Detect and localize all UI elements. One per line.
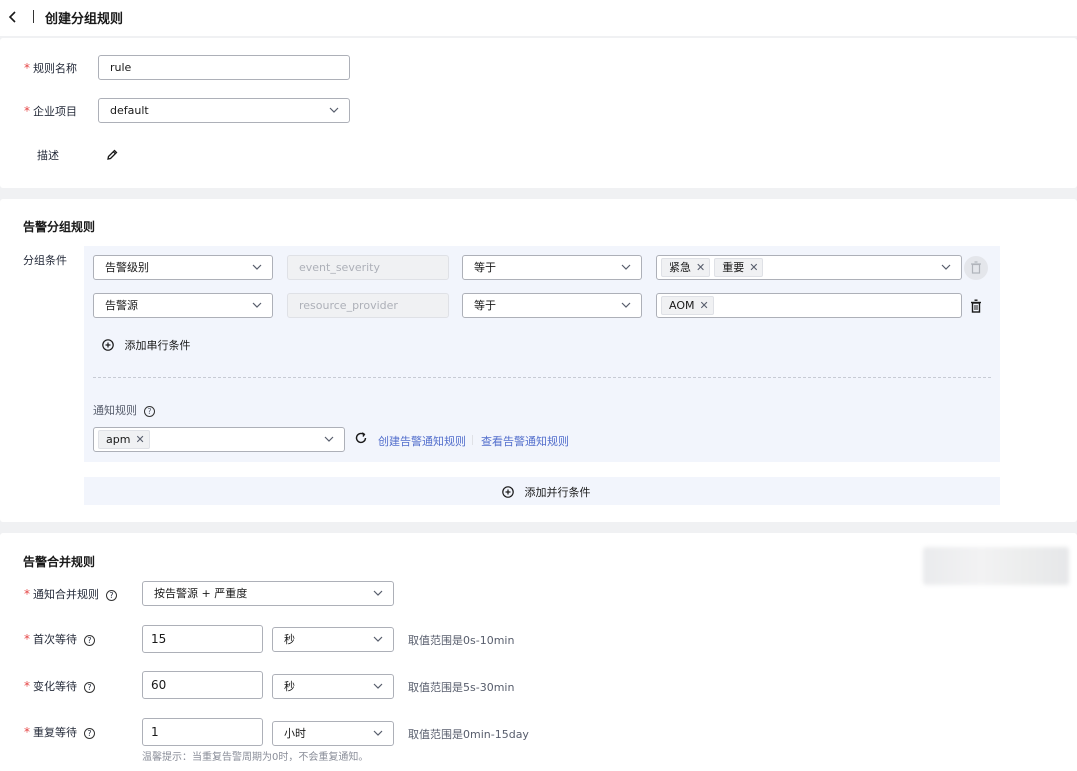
- enterprise-project-select[interactable]: default: [98, 98, 350, 123]
- edit-pencil-icon[interactable]: [106, 148, 119, 161]
- help-icon[interactable]: ?: [106, 590, 117, 601]
- value-tag: 重要 ✕: [714, 258, 764, 277]
- condition-field-value: 告警级别: [105, 261, 149, 274]
- repeat-wait-unit-select[interactable]: 小时: [272, 721, 394, 746]
- repeat-wait-input[interactable]: 1: [142, 718, 263, 746]
- chevron-down-icon: [252, 302, 262, 308]
- condition-key-input: event_severity: [287, 255, 449, 280]
- close-icon[interactable]: ✕: [699, 297, 708, 314]
- condition-field-select[interactable]: 告警级别: [93, 255, 273, 280]
- required-mark: *: [24, 587, 30, 601]
- change-wait-unit-value: 秒: [284, 680, 295, 693]
- blurred-element: [923, 547, 1069, 585]
- page-header: 创建分组规则: [0, 0, 1077, 36]
- link-divider: [472, 435, 473, 445]
- chevron-down-icon: [621, 264, 631, 270]
- add-parallel-condition-label: 添加并行条件: [524, 486, 591, 499]
- first-wait-unit-select[interactable]: 秒: [272, 627, 394, 652]
- add-serial-condition-label: 添加串行条件: [124, 339, 191, 352]
- merge-rule-select[interactable]: 按告警源 + 严重度: [142, 581, 394, 606]
- required-mark: *: [24, 61, 30, 75]
- delete-row-button-disabled: [964, 256, 988, 280]
- chevron-down-icon: [252, 264, 262, 270]
- view-notify-rule-link[interactable]: 查看告警通知规则: [481, 433, 569, 449]
- add-serial-condition-button[interactable]: 添加串行条件: [102, 337, 191, 353]
- required-mark: *: [24, 679, 30, 693]
- plus-circle-icon: [502, 486, 514, 498]
- required-mark: *: [24, 632, 30, 646]
- condition-field-value: 告警源: [105, 299, 138, 312]
- repeat-wait-tip: 温馨提示：当重复告警周期为0时，不会重复通知。: [142, 752, 369, 763]
- chevron-down-icon: [329, 107, 339, 113]
- trash-icon[interactable]: [970, 299, 982, 313]
- chevron-down-icon: [373, 683, 383, 689]
- add-parallel-condition-button[interactable]: 添加并行条件: [502, 484, 591, 500]
- chevron-down-icon: [373, 730, 383, 736]
- condition-operator-value: 等于: [474, 261, 496, 274]
- required-mark: *: [24, 104, 30, 118]
- help-icon[interactable]: ?: [84, 728, 95, 739]
- condition-operator-select[interactable]: 等于: [462, 293, 642, 318]
- help-icon[interactable]: ?: [144, 406, 155, 417]
- create-notify-rule-link[interactable]: 创建告警通知规则: [378, 433, 466, 449]
- chevron-down-icon: [621, 302, 631, 308]
- refresh-icon[interactable]: [354, 431, 368, 445]
- change-wait-label: * 变化等待?: [24, 678, 95, 694]
- rule-name-input[interactable]: rule: [98, 55, 350, 80]
- condition-value-multiselect[interactable]: 紧急 ✕ 重要 ✕: [656, 255, 962, 280]
- notify-rule-multiselect[interactable]: apm ✕: [93, 427, 345, 452]
- close-icon[interactable]: ✕: [135, 431, 144, 448]
- condition-field-select[interactable]: 告警源: [93, 293, 273, 318]
- enterprise-project-label: * 企业项目: [24, 104, 77, 118]
- header-divider: [33, 10, 34, 23]
- merge-rule-value: 按告警源 + 严重度: [154, 587, 248, 600]
- notify-rule-label: 通知规则?: [93, 402, 155, 418]
- change-wait-input[interactable]: 60: [142, 671, 263, 699]
- first-wait-unit-value: 秒: [284, 633, 295, 646]
- group-condition-label: 分组条件: [23, 254, 67, 267]
- value-tag: AOM ✕: [661, 296, 714, 315]
- grouping-section-title: 告警分组规则: [23, 220, 96, 234]
- rule-name-label: * 规则名称: [24, 61, 77, 75]
- change-wait-unit-select[interactable]: 秒: [272, 674, 394, 699]
- repeat-wait-hint: 取值范围是0min-15day: [408, 728, 529, 741]
- help-icon[interactable]: ?: [84, 682, 95, 693]
- chevron-down-icon: [373, 590, 383, 596]
- repeat-wait-unit-value: 小时: [284, 727, 306, 740]
- trash-icon: [971, 261, 981, 274]
- description-label: 描述: [37, 149, 59, 162]
- chevron-down-icon: [373, 636, 383, 642]
- condition-operator-select[interactable]: 等于: [462, 255, 642, 280]
- value-tag: 紧急 ✕: [661, 258, 711, 277]
- plus-circle-icon: [102, 339, 114, 351]
- change-wait-hint: 取值范围是5s-30min: [408, 681, 515, 694]
- first-wait-label: * 首次等待?: [24, 631, 95, 647]
- first-wait-hint: 取值范围是0s-10min: [408, 634, 515, 647]
- back-arrow-icon[interactable]: [6, 9, 20, 25]
- first-wait-input[interactable]: 15: [142, 625, 263, 653]
- merge-rule-label: * 通知合并规则?: [24, 586, 117, 602]
- condition-key-input: resource_provider: [287, 293, 449, 318]
- condition-value-multiselect[interactable]: AOM ✕: [656, 293, 962, 318]
- close-icon[interactable]: ✕: [696, 259, 705, 276]
- page-title: 创建分组规则: [45, 12, 124, 27]
- enterprise-project-value: default: [110, 104, 149, 117]
- value-tag: apm ✕: [98, 430, 150, 449]
- chevron-down-icon: [941, 264, 951, 270]
- panel-divider: [93, 377, 991, 378]
- close-icon[interactable]: ✕: [749, 259, 758, 276]
- required-mark: *: [24, 725, 30, 739]
- merge-section-title: 告警合并规则: [23, 555, 96, 569]
- chevron-down-icon: [324, 436, 334, 442]
- repeat-wait-label: * 重复等待?: [24, 724, 95, 740]
- condition-operator-value: 等于: [474, 299, 496, 312]
- help-icon[interactable]: ?: [84, 635, 95, 646]
